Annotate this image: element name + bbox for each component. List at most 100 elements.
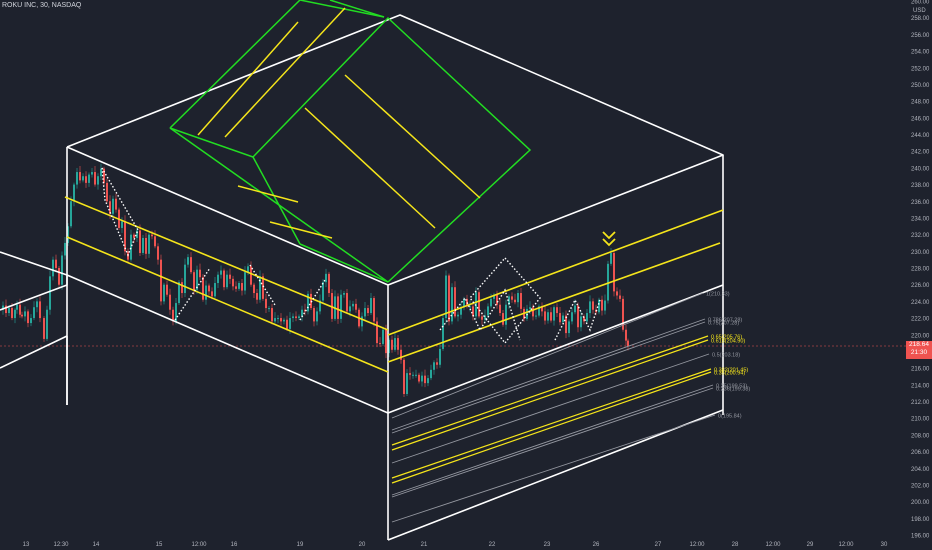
symbol-label: ROKU INC, 30, NASDAQ bbox=[2, 2, 82, 9]
time-tick-label: 12:30 bbox=[53, 542, 69, 548]
candle-body bbox=[427, 378, 429, 384]
price-tick-label: 242.00 bbox=[911, 150, 930, 156]
price-tick-label: 226.00 bbox=[911, 283, 930, 289]
candle-body bbox=[160, 259, 162, 302]
candle-body bbox=[241, 283, 243, 291]
chart-background bbox=[0, 0, 932, 550]
candle-body bbox=[70, 201, 72, 227]
time-tick-label: 14 bbox=[93, 542, 100, 548]
candle-body bbox=[244, 272, 246, 291]
candle-body bbox=[517, 293, 519, 303]
candle-body bbox=[130, 234, 132, 260]
fib-level-label: 0.75(207.28) bbox=[708, 321, 739, 327]
fib-level-label: 0.236(199.38) bbox=[716, 387, 750, 393]
candle-body bbox=[499, 304, 501, 314]
candle-body bbox=[547, 312, 549, 321]
time-tick-label: 12:00 bbox=[191, 542, 207, 548]
candle-body bbox=[349, 306, 351, 312]
candle-body bbox=[289, 318, 291, 329]
price-tick-label: 234.00 bbox=[911, 216, 930, 222]
price-tick-label: 238.00 bbox=[911, 183, 930, 189]
time-tick-label: 19 bbox=[297, 542, 304, 548]
fib-level-label: 0(195.84) bbox=[718, 414, 742, 420]
candle-body bbox=[178, 282, 180, 304]
time-tick-label: 12:00 bbox=[689, 542, 705, 548]
candle-body bbox=[559, 313, 561, 323]
price-tick-label: 232.00 bbox=[911, 233, 930, 239]
price-tick-label: 198.00 bbox=[911, 517, 930, 523]
candle-body bbox=[502, 313, 504, 325]
price-tick-label: 216.00 bbox=[911, 367, 930, 373]
candle-body bbox=[490, 298, 492, 307]
candle-body bbox=[52, 259, 54, 277]
price-tick-label: 244.00 bbox=[911, 133, 930, 139]
candle-body bbox=[316, 311, 318, 322]
candle-body bbox=[61, 255, 63, 285]
candle-body bbox=[385, 329, 387, 354]
time-tick-label: 20 bbox=[359, 542, 366, 548]
price-tick-label: 214.00 bbox=[911, 383, 930, 389]
candle-body bbox=[184, 264, 186, 294]
candle-body bbox=[16, 304, 18, 310]
candle-body bbox=[124, 221, 126, 252]
price-tick-label: 220.00 bbox=[911, 333, 930, 339]
fib-level-label: 1(210.33) bbox=[706, 292, 730, 298]
candle-body bbox=[277, 318, 279, 320]
candle-body bbox=[604, 300, 606, 311]
candle-body bbox=[520, 293, 522, 309]
candle-body bbox=[568, 321, 570, 334]
candle-body bbox=[262, 276, 264, 299]
candle-body bbox=[202, 277, 204, 300]
candle-body bbox=[229, 274, 231, 279]
candle-body bbox=[190, 257, 192, 273]
time-tick-label: 23 bbox=[544, 542, 551, 548]
candle-body bbox=[352, 303, 354, 307]
candle-body bbox=[529, 307, 531, 309]
price-tick-label: 212.00 bbox=[911, 400, 930, 406]
price-tick-label: 202.00 bbox=[911, 483, 930, 489]
candle-body bbox=[211, 291, 213, 297]
candle-body bbox=[217, 274, 219, 284]
candle-body bbox=[391, 339, 393, 350]
candle-body bbox=[328, 273, 330, 294]
candle-body bbox=[325, 273, 327, 283]
time-tick-label: 16 bbox=[231, 542, 238, 548]
candle-body bbox=[55, 259, 57, 268]
price-tick-label: 224.00 bbox=[911, 300, 930, 306]
candle-body bbox=[478, 292, 480, 317]
candle-body bbox=[139, 230, 141, 253]
candle-body bbox=[367, 308, 369, 314]
current-price-value: 218.64 bbox=[909, 341, 929, 348]
candle-body bbox=[337, 296, 339, 319]
candle-body bbox=[511, 296, 513, 300]
candle-body bbox=[181, 282, 183, 294]
candle-body bbox=[265, 298, 267, 309]
candle-body bbox=[157, 246, 159, 260]
candle-body bbox=[562, 315, 564, 323]
time-tick-label: 22 bbox=[489, 542, 496, 548]
candle-body bbox=[82, 176, 84, 181]
candle-body bbox=[439, 348, 441, 365]
candle-body bbox=[295, 316, 297, 319]
time-tick-label: 29 bbox=[807, 542, 814, 548]
price-tick-label: 230.00 bbox=[911, 250, 930, 256]
chart-canvas[interactable]: 1(210.33)0.786(207.28)0.75(207.28)0.65(2… bbox=[0, 0, 932, 550]
price-tick-label: 254.00 bbox=[911, 50, 930, 56]
price-tick-label: 246.00 bbox=[911, 116, 930, 122]
candle-body bbox=[532, 307, 534, 317]
fib-level-label: 0.35(200.94) bbox=[714, 371, 745, 377]
candle-body bbox=[205, 285, 207, 300]
candle-body bbox=[424, 375, 426, 384]
candle-body bbox=[403, 359, 405, 394]
candle-body bbox=[544, 311, 546, 321]
candle-body bbox=[574, 305, 576, 313]
price-tick-label: 196.00 bbox=[911, 534, 930, 540]
price-tick-label: 236.00 bbox=[911, 200, 930, 206]
candle-body bbox=[586, 313, 588, 322]
candle-body bbox=[442, 318, 444, 349]
time-tick-label: 12:00 bbox=[838, 542, 854, 548]
candle-body bbox=[271, 308, 273, 322]
candle-body bbox=[88, 174, 90, 183]
candle-body bbox=[64, 242, 66, 256]
candle-body bbox=[301, 309, 303, 317]
